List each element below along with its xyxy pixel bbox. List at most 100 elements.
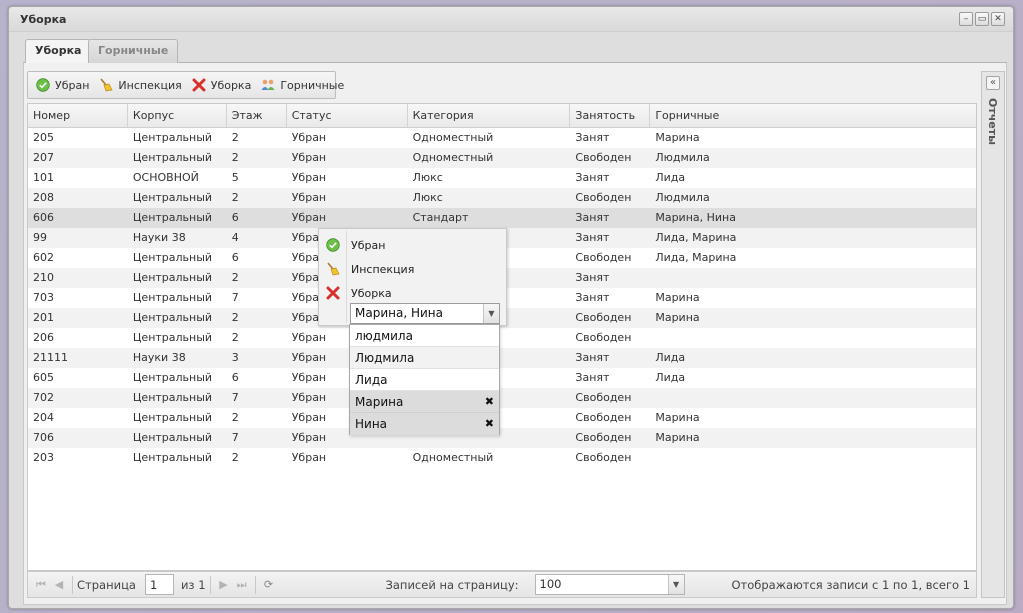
menu-item-label: Уборка (351, 286, 392, 300)
minimize-icon[interactable]: – (959, 12, 973, 26)
cell-building: Науки 38 (132, 231, 186, 244)
cell-building: Науки 38 (132, 351, 186, 364)
menu-item-cleaning[interactable]: Уборка (321, 282, 504, 304)
table-row[interactable]: 203 Центральный 2 Убран Одноместный Свободен (28, 448, 976, 468)
column-header-building[interactable]: Корпус (128, 104, 227, 128)
separator (209, 575, 211, 594)
remove-icon[interactable]: ✖ (485, 413, 494, 435)
cell-floor: 7 (231, 291, 239, 304)
table-row[interactable]: 206 Центральный 2 Убран Свободен (28, 328, 976, 348)
maids-combo[interactable]: Марина, Нина ▼ (350, 303, 500, 324)
dropdown-option-selected[interactable]: Марина ✖ (350, 391, 499, 413)
cell-building: ОСНОВНОЙ (132, 171, 199, 184)
column-header-maids[interactable]: Горничные (650, 104, 976, 128)
option-label: Марина (355, 395, 404, 409)
next-page-icon[interactable]: ▶ (215, 576, 233, 594)
refresh-icon[interactable]: ⟳ (260, 576, 278, 594)
tab-maids[interactable]: Горничные (88, 39, 179, 63)
dropdown-option[interactable]: Людмила (350, 347, 499, 369)
cell-maids: Марина (655, 431, 700, 444)
menu-item-inspection[interactable]: Инспекция (321, 258, 504, 280)
dropdown-option-selected[interactable]: Нина ✖ (350, 413, 499, 435)
chevron-down-icon[interactable]: ▼ (667, 575, 684, 594)
cell-floor: 2 (231, 131, 239, 144)
prev-page-icon[interactable]: ◀ (50, 576, 68, 594)
cell-building: Центральный (132, 431, 213, 444)
tab-bar: Уборка Горничные (23, 37, 1007, 64)
table-row[interactable]: 204 Центральный 2 Убран Свободен Марина (28, 408, 976, 428)
cell-number: 205 (33, 131, 54, 144)
cell-floor: 5 (231, 171, 239, 184)
cell-occupancy: Свободен (575, 331, 632, 344)
table-row[interactable]: 606 Центральный 6 Убран Стандарт Занят Марина,… (28, 208, 976, 228)
cell-occupancy: Свободен (575, 251, 632, 264)
check-circle-icon (325, 237, 341, 253)
cell-occupancy: Свободен (575, 451, 632, 464)
table-row[interactable]: 205 Центральный 2 Убран Одноместный Занят Мари… (28, 128, 976, 148)
reports-label[interactable]: Отчеты (986, 98, 999, 145)
option-label: людмила (355, 329, 413, 343)
maximize-icon[interactable]: ▭ (975, 12, 989, 26)
last-page-icon[interactable]: ⏭ (233, 576, 251, 594)
broom-icon (325, 261, 341, 277)
remove-icon[interactable]: ✖ (485, 391, 494, 413)
menu-item-cleaned[interactable]: Убран (321, 234, 504, 256)
window-title: Уборка (20, 13, 67, 26)
cell-number: 204 (33, 411, 54, 424)
column-header-occupancy[interactable]: Занятость (570, 104, 651, 128)
cell-category: Стандарт (412, 211, 469, 224)
expand-panel-icon[interactable]: « (986, 76, 1000, 90)
cell-number: 203 (33, 451, 54, 464)
table-row[interactable]: 21111 Науки 38 3 Убран Занят Лида (28, 348, 976, 368)
cleaned-button[interactable]: Убран (32, 74, 95, 96)
column-header-status[interactable]: Статус (287, 104, 408, 128)
chevron-down-icon[interactable]: ▼ (483, 304, 499, 323)
cell-floor: 2 (231, 331, 239, 344)
tab-cleaning[interactable]: Уборка (25, 39, 92, 64)
cell-status: Убран (291, 211, 327, 224)
dropdown-option[interactable]: Лида (350, 369, 499, 391)
cell-floor: 2 (231, 151, 239, 164)
cell-number: 101 (33, 171, 54, 184)
cell-building: Центральный (132, 411, 213, 424)
page-count-label: из 1 (180, 577, 206, 592)
table-row[interactable]: 208 Центральный 2 Убран Люкс Свободен Людмила (28, 188, 976, 208)
close-icon[interactable]: ✕ (991, 12, 1005, 26)
cell-floor: 7 (231, 431, 239, 444)
maids-button[interactable]: Горничные (257, 74, 350, 96)
cell-occupancy: Свободен (575, 311, 632, 324)
red-x-icon (191, 77, 207, 93)
maids-combo-value: Марина, Нина (355, 306, 443, 320)
column-header-floor[interactable]: Этаж (227, 104, 287, 128)
cell-building: Центральный (132, 191, 213, 204)
dropdown-option[interactable]: людмила (350, 325, 499, 347)
per-page-value: 100 (539, 577, 562, 591)
cell-occupancy: Свободен (575, 411, 632, 424)
maids-label: Горничные (280, 78, 345, 92)
rooms-grid: Номер Корпус Этаж Статус Категория Занят… (27, 103, 977, 571)
column-header-category[interactable]: Категория (408, 104, 571, 128)
column-header-number[interactable]: Номер (28, 104, 128, 128)
table-row[interactable]: 101 ОСНОВНОЙ 5 Убран Люкс Занят Лида (28, 168, 976, 188)
cell-maids: Людмила (655, 151, 710, 164)
option-label: Лида (355, 373, 388, 387)
cell-floor: 6 (231, 211, 239, 224)
cell-occupancy: Занят (575, 371, 610, 384)
inspection-button[interactable]: Инспекция (95, 74, 187, 96)
cell-number: 606 (33, 211, 54, 224)
table-row[interactable]: 605 Центральный 6 Убран Занят Лида (28, 368, 976, 388)
cell-occupancy: Свободен (575, 391, 632, 404)
menu-item-label: Инспекция (351, 262, 415, 276)
per-page-select[interactable]: 100 ▼ (534, 574, 685, 595)
cell-number: 21111 (33, 351, 68, 364)
cleaning-button[interactable]: Уборка (188, 74, 258, 96)
table-row[interactable]: 207 Центральный 2 Убран Одноместный Свободен Л… (28, 148, 976, 168)
cell-occupancy: Занят (575, 351, 610, 364)
cell-number: 207 (33, 151, 54, 164)
table-row[interactable]: 702 Центральный 7 Убран Свободен (28, 388, 976, 408)
page-input[interactable] (144, 574, 174, 595)
first-page-icon[interactable]: ⏮ (32, 576, 50, 594)
cell-floor: 4 (231, 231, 239, 244)
table-row[interactable]: 706 Центральный 7 Убран Свободен Марина (28, 428, 976, 448)
cell-number: 201 (33, 311, 54, 324)
